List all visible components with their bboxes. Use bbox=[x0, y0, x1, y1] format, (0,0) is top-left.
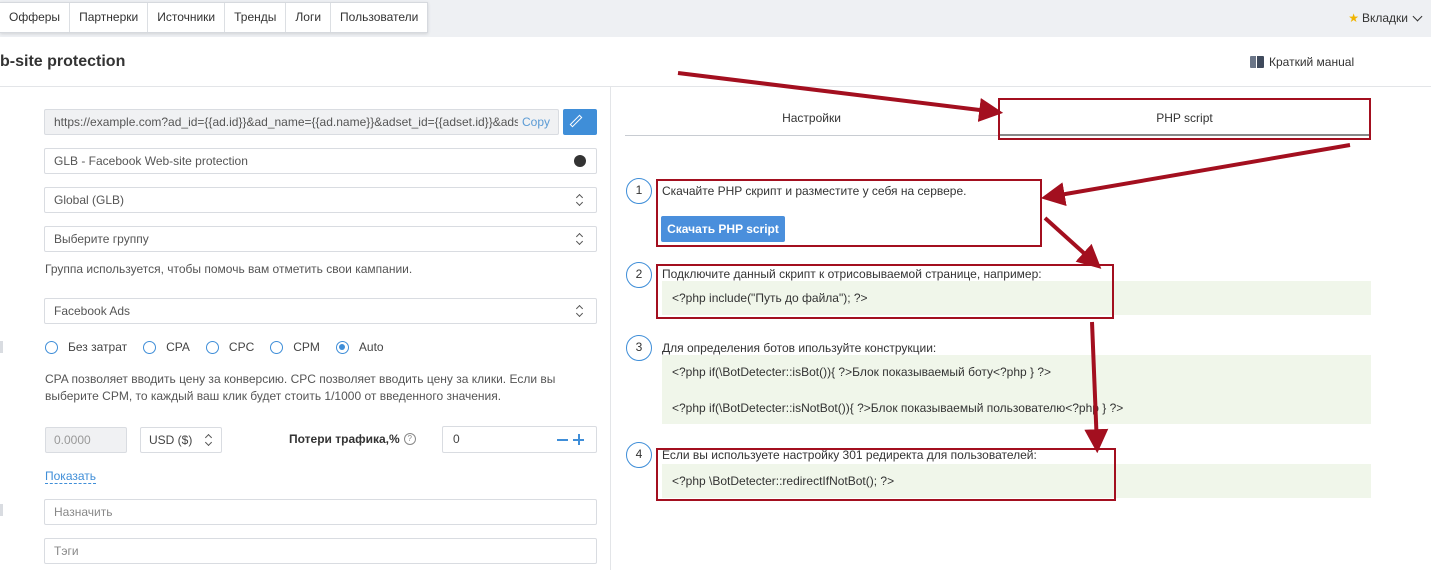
cost-model-hint: CPA позволяет вводить цену за конверсию.… bbox=[45, 371, 605, 405]
color-dot-icon[interactable] bbox=[574, 155, 586, 167]
star-icon: ★ bbox=[1348, 11, 1359, 25]
radio-circle-selected bbox=[335, 340, 349, 354]
radio-auto[interactable]: Auto bbox=[335, 340, 384, 354]
group-select[interactable]: Выберите группу bbox=[44, 226, 597, 252]
country-select-value: Global (GLB) bbox=[54, 193, 125, 207]
radio-no-cost[interactable]: Без затрат bbox=[45, 340, 127, 354]
radio-label: CPA bbox=[166, 340, 190, 354]
arrow-to-step-1 bbox=[1040, 143, 1351, 206]
radio-label: CPM bbox=[293, 340, 320, 354]
tabs-menu-button[interactable]: ★ Вкладки bbox=[1348, 11, 1423, 25]
radio-label: Без затрат bbox=[68, 340, 128, 354]
code-line: <?php if(\BotDetecter::isBot()){ ?>Блок … bbox=[672, 365, 1052, 379]
traffic-loss-label-text: Потери трафика,% bbox=[289, 432, 400, 446]
annotation-box-step-2 bbox=[656, 264, 1114, 319]
cost-hint-line: выберите CPM, то каждый ваш клик будет с… bbox=[45, 389, 502, 403]
campaign-name-field[interactable]: GLB - Facebook Web-site protection bbox=[44, 148, 597, 174]
annotation-box-step-4 bbox=[656, 448, 1116, 501]
nav-tab-trends[interactable]: Тренды bbox=[225, 3, 287, 32]
nav-tab-sources[interactable]: Источники bbox=[148, 3, 226, 32]
select-arrows-icon bbox=[576, 233, 584, 245]
arrow-to-php-tab bbox=[677, 71, 1004, 122]
select-arrows-icon bbox=[205, 434, 213, 446]
nav-tab-users[interactable]: Пользователи bbox=[331, 3, 427, 32]
radio-circle bbox=[205, 340, 219, 354]
copy-button[interactable]: Copy bbox=[517, 110, 550, 134]
manual-link-label: Краткий манual bbox=[1269, 55, 1355, 69]
nav-tab-affiliates[interactable]: Партнерки bbox=[70, 3, 149, 32]
top-bar: Офферы Партнерки Источники Тренды Логи П… bbox=[0, 0, 1431, 37]
step-number: 2 bbox=[626, 262, 652, 288]
country-select[interactable]: Global (GLB) bbox=[44, 187, 597, 213]
traffic-loss-value: 0 bbox=[453, 432, 460, 446]
annotation-box-step-1 bbox=[656, 179, 1042, 247]
radio-cpm[interactable]: CPM bbox=[270, 340, 320, 354]
group-hint: Группа используется, чтобы помочь вам от… bbox=[45, 262, 413, 276]
radio-circle bbox=[270, 340, 284, 354]
step-number: 4 bbox=[626, 442, 652, 468]
radio-label: CPC bbox=[228, 340, 255, 354]
arrow-to-step-2 bbox=[1043, 216, 1102, 269]
annotation-box-php-tab bbox=[998, 98, 1371, 140]
tabs-menu-label: Вкладки bbox=[1361, 11, 1408, 25]
group-select-value: Выберите группу bbox=[54, 232, 149, 246]
chevron-down-icon bbox=[1412, 11, 1423, 22]
traffic-source-select[interactable]: Facebook Ads bbox=[44, 298, 597, 324]
step-text: Для определения ботов ипользуйте констру… bbox=[662, 341, 937, 355]
radio-cpc[interactable]: CPC bbox=[205, 340, 255, 354]
step-number: 3 bbox=[626, 335, 652, 361]
tab-settings[interactable]: Настройки bbox=[625, 108, 998, 136]
code-line: <?php if(\BotDetecter::isNotBot()){ ?>Бл… bbox=[672, 401, 1124, 415]
currency-select[interactable]: USD ($) bbox=[140, 427, 222, 453]
header-divider bbox=[0, 86, 1431, 87]
book-icon bbox=[1250, 56, 1264, 68]
assign-input[interactable]: Назначить bbox=[44, 499, 597, 525]
radio-circle bbox=[143, 340, 157, 354]
plus-icon-vertical bbox=[578, 434, 580, 445]
edit-url-button[interactable] bbox=[563, 109, 597, 135]
cost-hint-line: CPA позволяет вводить цену за конверсию.… bbox=[45, 372, 556, 386]
column-divider bbox=[610, 87, 611, 570]
radio-label: Auto bbox=[358, 340, 384, 354]
radio-cpa[interactable]: CPA bbox=[143, 340, 190, 354]
radio-circle bbox=[45, 340, 58, 354]
traffic-loss-label: Потери трафика,% ? bbox=[289, 432, 416, 446]
manual-link[interactable]: Краткий манual bbox=[1250, 55, 1354, 69]
row-marker bbox=[0, 341, 3, 353]
main-nav: Офферы Партнерки Источники Тренды Логи П… bbox=[0, 2, 429, 33]
select-arrows-icon bbox=[576, 194, 584, 206]
code-block: <?php if(\BotDetecter::isBot()){ ?>Блок … bbox=[662, 355, 1371, 424]
traffic-loss-stepper[interactable]: 0 bbox=[442, 426, 597, 453]
nav-tab-logs[interactable]: Логи bbox=[286, 3, 332, 32]
row-marker bbox=[0, 504, 3, 516]
minus-icon[interactable] bbox=[557, 439, 568, 441]
help-icon[interactable]: ? bbox=[403, 433, 416, 445]
cost-input[interactable]: 0.0000 bbox=[45, 427, 127, 453]
tags-input[interactable]: Тэги bbox=[44, 538, 597, 564]
pencil-icon bbox=[569, 114, 583, 128]
cost-model-radios: Без затрат CPA CPC CPM Auto bbox=[45, 340, 400, 354]
page-title: b-site protection bbox=[0, 53, 126, 70]
campaign-url-value: https://example.com?ad_id={{ad.id}}&ad_n… bbox=[54, 115, 521, 129]
campaign-name-value: GLB - Facebook Web-site protection bbox=[54, 154, 248, 168]
traffic-source-value: Facebook Ads bbox=[54, 304, 131, 318]
nav-tab-offers[interactable]: Офферы bbox=[0, 3, 71, 32]
currency-value: USD ($) bbox=[149, 433, 193, 447]
step-number: 1 bbox=[626, 178, 652, 204]
show-link[interactable]: Показать bbox=[45, 469, 97, 484]
campaign-url-field[interactable]: https://example.com?ad_id={{ad.id}}&ad_n… bbox=[44, 109, 559, 135]
select-arrows-icon bbox=[576, 305, 584, 317]
